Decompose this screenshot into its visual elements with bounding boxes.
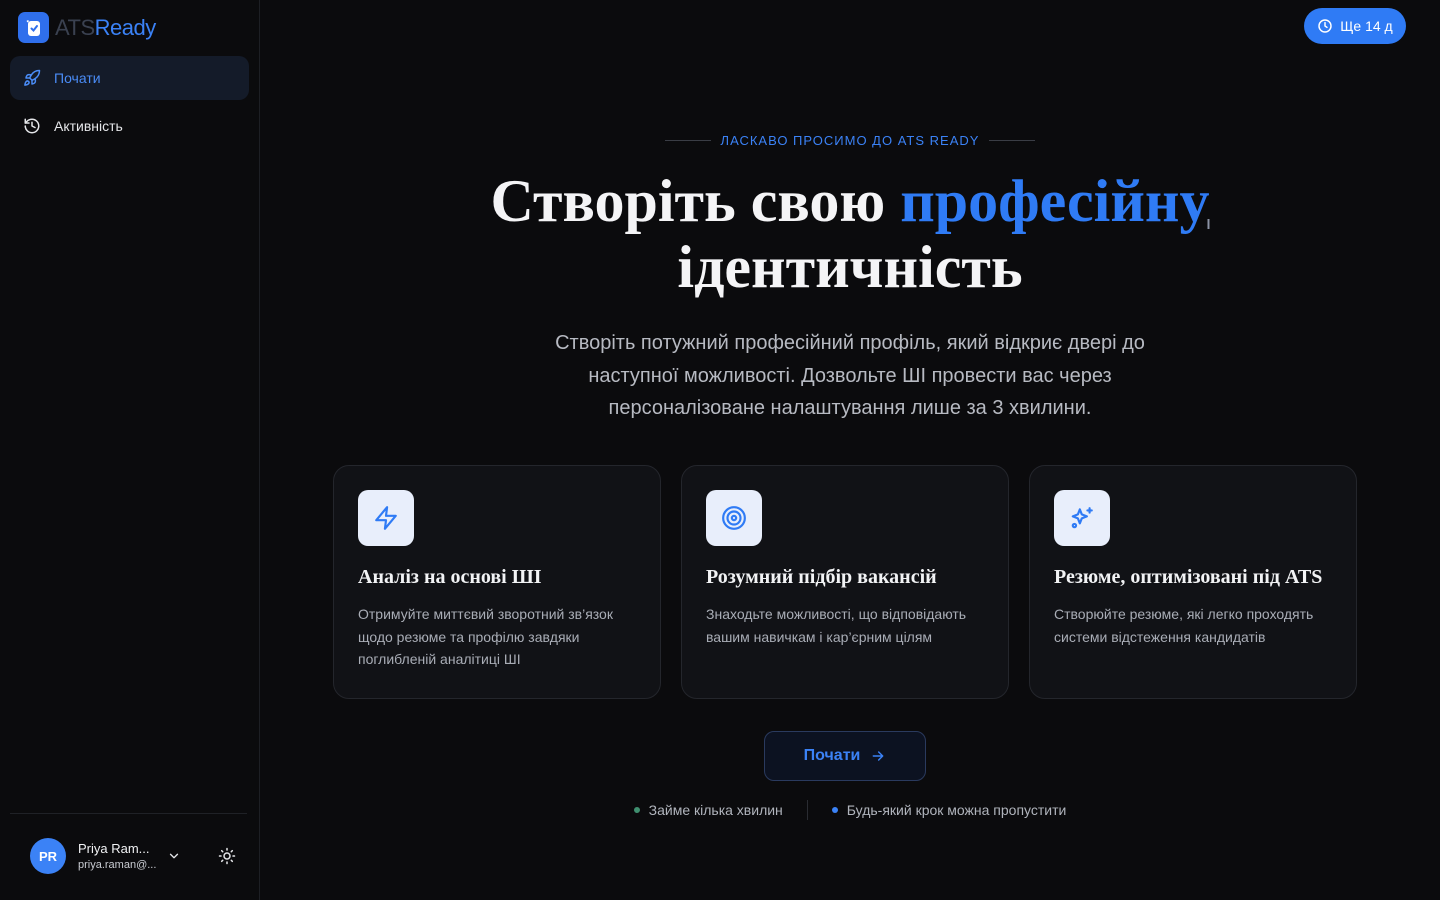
start-button[interactable]: Почати bbox=[764, 731, 926, 781]
footnote-text: Будь-який крок можна пропустити bbox=[846, 802, 1067, 818]
welcome-eyebrow: ЛАСКАВО ПРОСИМО ДО ATS READY bbox=[260, 133, 1440, 148]
feature-description: Знаходьте можливості, що відповідають ва… bbox=[706, 606, 967, 645]
page-title: Створіть свою професійну ідентичність bbox=[260, 168, 1440, 300]
sidebar-item-label: Почати bbox=[54, 70, 101, 86]
brand-name: ATSReady bbox=[55, 15, 156, 41]
eyebrow-text: ЛАСКАВО ПРОСИМО ДО ATS READY bbox=[720, 133, 980, 148]
avatar: PR bbox=[30, 838, 66, 874]
start-button-label: Почати bbox=[803, 747, 861, 764]
footnotes: Займе кілька хвилин Будь-який крок можна… bbox=[260, 800, 1440, 820]
trial-badge[interactable]: Ще 14 д bbox=[1304, 8, 1406, 44]
footnote-separator bbox=[806, 800, 808, 820]
title-highlight: професійну bbox=[900, 168, 1210, 234]
sun-icon[interactable] bbox=[216, 845, 238, 867]
sidebar-item-activity[interactable]: Активність bbox=[10, 104, 249, 148]
user-menu[interactable]: PR Priya Ram... priya.raman@... bbox=[30, 838, 182, 874]
target-icon bbox=[706, 490, 762, 546]
arrow-right-icon bbox=[870, 748, 886, 764]
trial-label: Ще 14 д bbox=[1340, 18, 1393, 34]
feature-description: Створюйте резюме, які легко проходять си… bbox=[1054, 606, 1314, 645]
chevron-down-icon[interactable] bbox=[166, 848, 182, 864]
brand-logo[interactable]: ATSReady bbox=[18, 12, 156, 43]
eyebrow-line-left bbox=[664, 140, 711, 141]
feature-title: Аналіз на основі ШІ bbox=[358, 566, 542, 588]
sidebar-divider bbox=[10, 813, 247, 814]
footnote-skippable: Будь-який крок можна пропустити bbox=[831, 802, 1067, 818]
eyebrow-line-right bbox=[989, 140, 1036, 141]
feature-title: Резюме, оптимізовані під ATS bbox=[1054, 566, 1323, 588]
user-name: Priya Ram... bbox=[78, 841, 150, 856]
feature-card-ats-resume: Резюме, оптимізовані під ATS Створюйте р… bbox=[1029, 465, 1357, 699]
title-part-2: ідентичність bbox=[677, 234, 1023, 300]
sidebar-item-start[interactable]: Почати bbox=[10, 56, 249, 100]
history-icon bbox=[22, 116, 42, 136]
clock-icon bbox=[1317, 18, 1333, 34]
user-info: Priya Ram... priya.raman@... bbox=[78, 841, 158, 871]
feature-card-job-matching: Розумний підбір вакансій Знаходьте можли… bbox=[681, 465, 1009, 699]
zap-icon bbox=[358, 490, 414, 546]
sidebar-item-label: Активність bbox=[54, 118, 123, 134]
brand-logo-icon bbox=[18, 12, 49, 43]
feature-title: Розумний підбір вакансій bbox=[706, 566, 937, 588]
brand-name-ats: ATS bbox=[55, 14, 95, 40]
sparkles-icon bbox=[1054, 490, 1110, 546]
status-dot bbox=[831, 807, 838, 813]
sidebar: ATSReady Почати Активність PR Priya Ram.… bbox=[0, 0, 260, 900]
footnote-duration: Займе кілька хвилин bbox=[633, 802, 783, 818]
rocket-icon bbox=[22, 68, 42, 88]
feature-card-ai-analysis: Аналіз на основі ШІ Отримуйте миттєвий з… bbox=[333, 465, 661, 699]
user-email: priya.raman@... bbox=[78, 859, 157, 871]
footnote-text: Займе кілька хвилин bbox=[648, 802, 783, 818]
page-subtitle: Створіть потужний професійний профіль, я… bbox=[555, 332, 1145, 419]
brand-name-ready: Ready bbox=[94, 14, 157, 40]
feature-description: Отримуйте миттєвий зворотний зв’язок щод… bbox=[358, 606, 613, 667]
status-dot bbox=[633, 807, 640, 813]
title-part-1: Створіть свою bbox=[490, 168, 901, 234]
